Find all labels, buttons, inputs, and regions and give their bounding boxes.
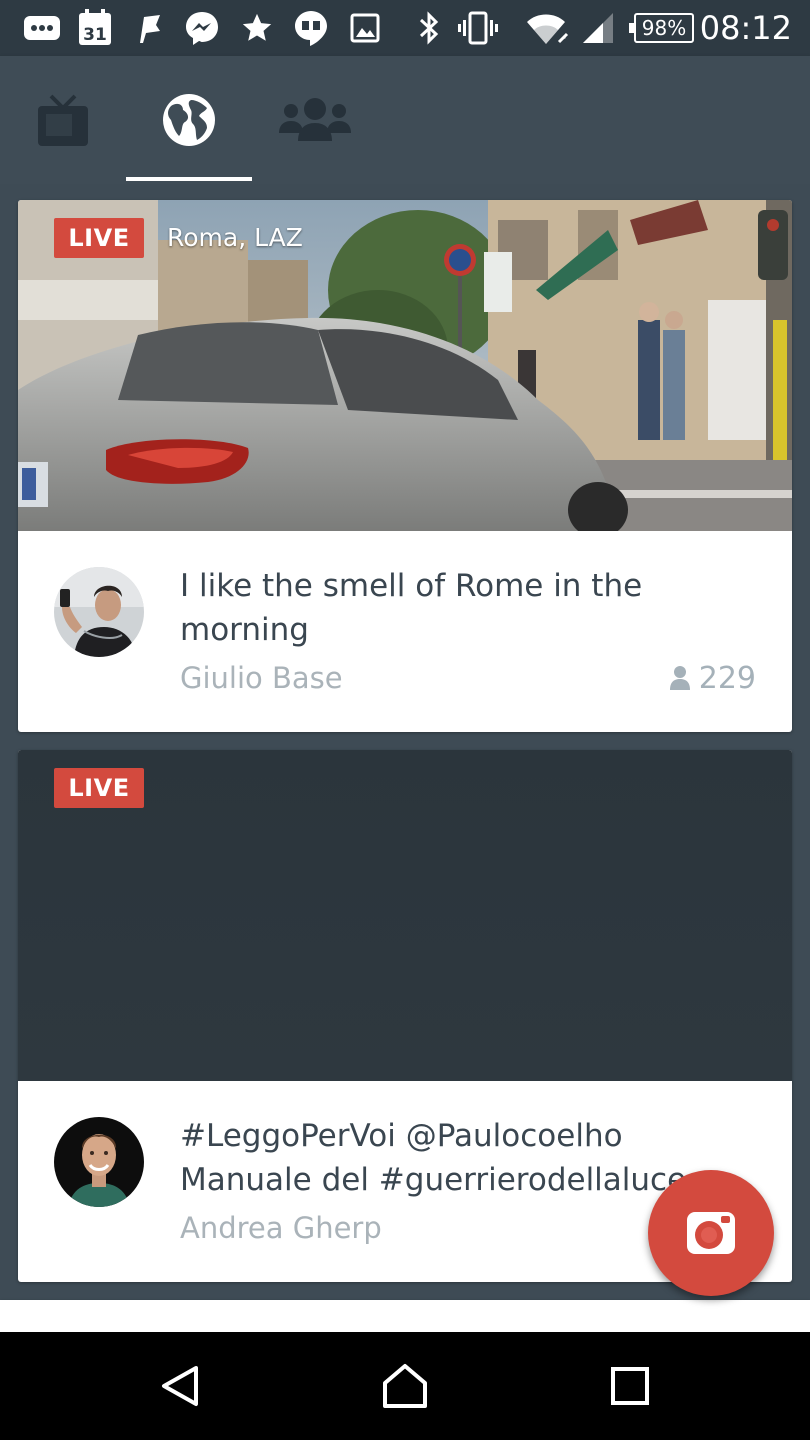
avatar[interactable] (54, 1117, 144, 1207)
viewer-count-value: 229 (698, 660, 756, 696)
calendar-icon: 31 (76, 0, 114, 56)
globe-icon (163, 94, 215, 146)
start-broadcast-button[interactable] (648, 1170, 774, 1296)
messenger-icon (182, 0, 222, 56)
home-button[interactable] (345, 1332, 465, 1440)
hangouts-icon (292, 0, 330, 56)
clock: 08:12 (699, 9, 792, 47)
bluetooth-icon (414, 0, 444, 56)
broadcaster-name[interactable]: Andrea Gherp (180, 1208, 382, 1248)
broadcast-card[interactable] (0, 1300, 810, 1332)
status-bar: 31 98% 08:12 (0, 0, 810, 56)
broadcaster-name[interactable]: Giulio Base (180, 658, 343, 698)
vibrate-icon (456, 0, 500, 56)
avatar-image (54, 567, 144, 657)
messages-icon (22, 0, 62, 56)
viewer-count: 229 (669, 658, 756, 698)
back-button[interactable] (120, 1332, 240, 1440)
camera-icon (687, 1212, 735, 1254)
live-badge: LIVE (54, 218, 144, 258)
star-icon (238, 0, 276, 56)
broadcast-location: Roma, LAZ (167, 223, 303, 252)
broadcast-thumbnail[interactable]: LIVE Roma, LAZ (18, 200, 792, 531)
signal-icon (580, 0, 616, 56)
back-icon (162, 1366, 198, 1406)
battery-icon: 98% (629, 13, 694, 43)
tab-people[interactable] (252, 56, 378, 184)
tab-bar (0, 56, 810, 184)
broadcast-title: I like the smell of Rome in the morning (180, 568, 643, 648)
recents-icon (611, 1367, 649, 1405)
tab-indicator (126, 177, 252, 181)
tab-global[interactable] (126, 56, 252, 184)
people-icon (279, 98, 351, 141)
recents-button[interactable] (570, 1332, 690, 1440)
live-badge: LIVE (54, 768, 144, 808)
image-icon (348, 0, 382, 56)
battery-level: 98% (641, 16, 687, 40)
avatar-image (54, 1117, 144, 1207)
tab-tv[interactable] (0, 56, 126, 184)
tv-icon (38, 94, 88, 146)
flag-icon (132, 0, 166, 56)
person-icon (669, 666, 690, 690)
wifi-icon (522, 0, 570, 56)
broadcast-thumbnail[interactable]: LIVE (18, 750, 792, 1081)
avatar[interactable] (54, 567, 144, 657)
home-icon (383, 1364, 427, 1408)
broadcast-card[interactable]: LIVE Roma, LAZ I like the smell of Rome … (18, 200, 792, 732)
broadcast-title: #LeggoPerVoi @Paulocoelho Manuale del #g… (180, 1118, 687, 1198)
broadcast-feed[interactable]: LIVE Roma, LAZ I like the smell of Rome … (0, 184, 810, 1332)
svg-text:31: 31 (83, 25, 107, 45)
system-nav-bar (0, 1332, 810, 1440)
